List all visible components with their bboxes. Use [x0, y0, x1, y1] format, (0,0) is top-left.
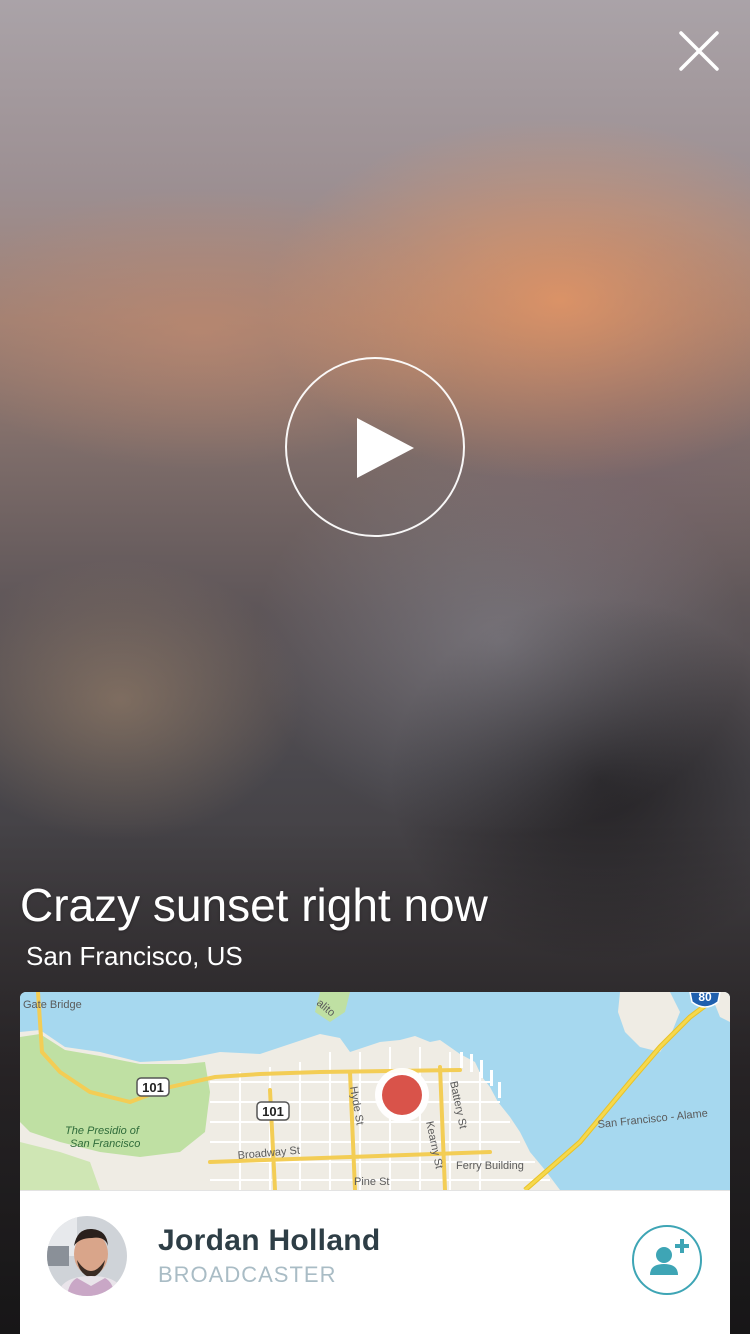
location-map[interactable]: Gate Bridge alito Broadway St Pine St Hy…	[20, 992, 730, 1190]
broadcaster-name[interactable]: Jordan Holland	[158, 1224, 381, 1258]
map-label-presidio-2: San Francisco	[70, 1138, 140, 1150]
svg-text:101: 101	[262, 1104, 284, 1119]
broadcaster-avatar[interactable]	[47, 1216, 127, 1296]
broadcast-location: San Francisco, US	[26, 941, 243, 971]
broadcast-info-card: Gate Bridge alito Broadway St Pine St Hy…	[20, 992, 730, 1334]
play-icon	[357, 418, 414, 478]
highway-101-shield-a: 101	[136, 1077, 170, 1097]
map-label-pine-st: Pine St	[354, 1176, 389, 1188]
svg-text:80: 80	[698, 992, 712, 1004]
close-button[interactable]	[672, 24, 726, 78]
map-label-ferry-building: Ferry Building	[456, 1160, 524, 1172]
broadcaster-role: BROADCASTER	[158, 1262, 337, 1287]
location-marker-icon	[375, 1068, 429, 1122]
play-button[interactable]	[285, 357, 465, 537]
add-user-icon	[650, 1239, 689, 1275]
highway-101-shield-b: 101	[256, 1101, 290, 1121]
card-divider	[20, 1190, 730, 1191]
svg-text:101: 101	[142, 1080, 164, 1095]
broadcast-title: Crazy sunset right now	[20, 879, 488, 931]
map-label-gate-bridge: Gate Bridge	[23, 999, 82, 1011]
close-icon	[679, 31, 719, 71]
avatar-image	[47, 1216, 127, 1296]
follow-button[interactable]	[632, 1225, 702, 1295]
map-label-presidio-1: The Presidio of	[65, 1125, 140, 1137]
